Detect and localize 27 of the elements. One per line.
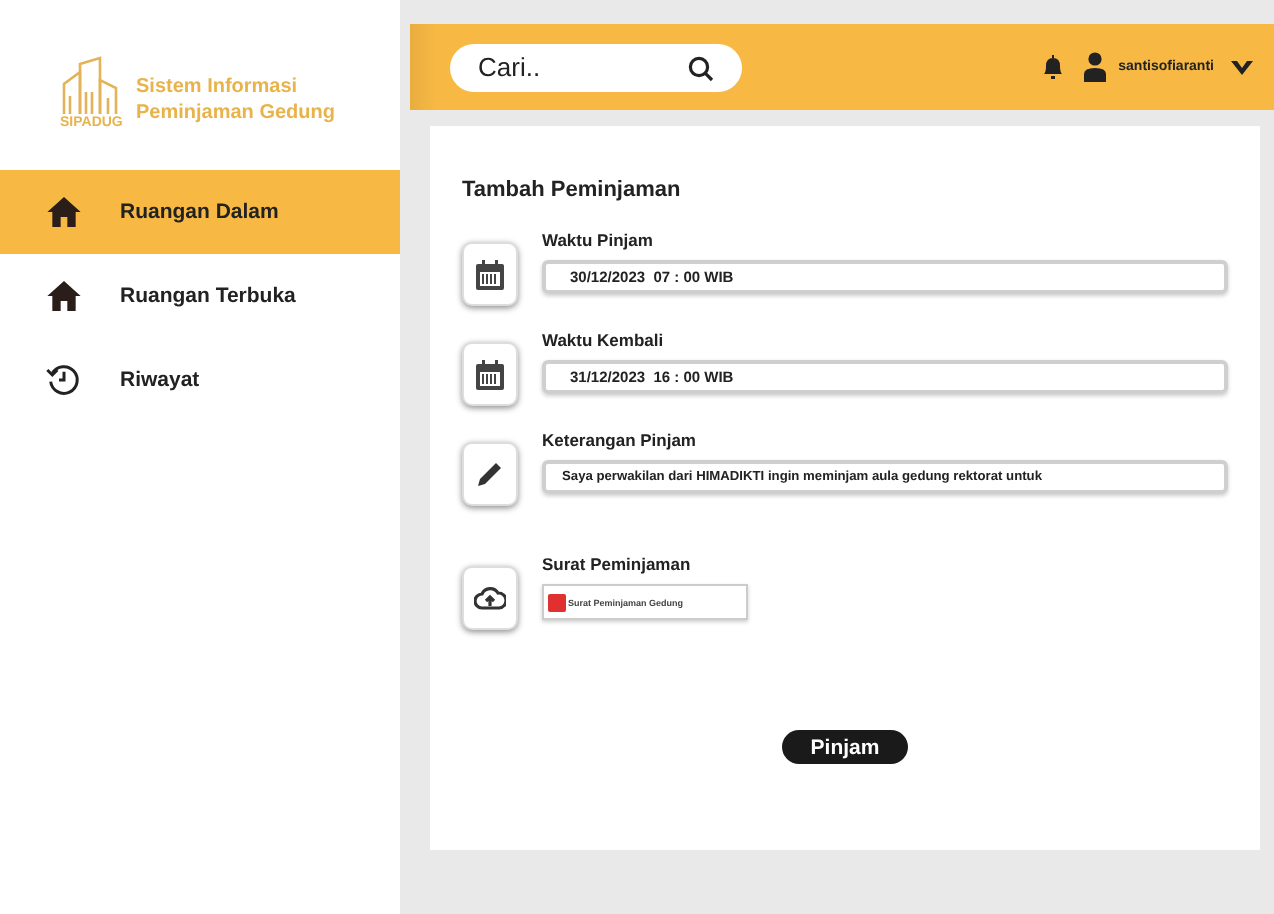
icon-button[interactable] xyxy=(462,242,518,306)
field-label: Waktu Kembali xyxy=(542,330,666,350)
bell-icon[interactable] xyxy=(1042,54,1065,80)
calendar-icon xyxy=(476,359,504,389)
icon-button[interactable] xyxy=(462,342,518,406)
sidebar-item[interactable]: Riwayat xyxy=(0,338,400,422)
file-icon xyxy=(548,593,566,611)
field-label: Keterangan Pinjam xyxy=(542,430,698,450)
pencil-icon xyxy=(476,460,504,488)
user-icon[interactable] xyxy=(1084,52,1107,82)
icon-button[interactable] xyxy=(462,442,518,506)
sidebar-item[interactable]: Ruangan Terbuka xyxy=(0,254,400,338)
search-field[interactable]: Cari.. xyxy=(450,43,742,91)
icon-button[interactable] xyxy=(462,566,518,630)
history-icon xyxy=(44,360,84,400)
submit-button[interactable]: Pinjam xyxy=(782,730,908,764)
app-title: Sistem Informasi Peminjaman Gedung xyxy=(136,74,337,126)
form-title: Tambah Peminjaman xyxy=(462,178,683,202)
calendar-icon xyxy=(476,259,504,289)
sidebar-item[interactable]: Ruangan Dalam xyxy=(0,170,400,254)
field-label: Waktu Pinjam xyxy=(542,230,655,250)
search-icon[interactable] xyxy=(688,55,714,81)
cloud-upload-icon xyxy=(474,586,506,610)
field-label: Surat Peminjaman xyxy=(542,554,693,574)
chevron-down-icon[interactable] xyxy=(1230,59,1254,75)
house-icon xyxy=(44,192,84,232)
house-icon xyxy=(44,276,84,316)
